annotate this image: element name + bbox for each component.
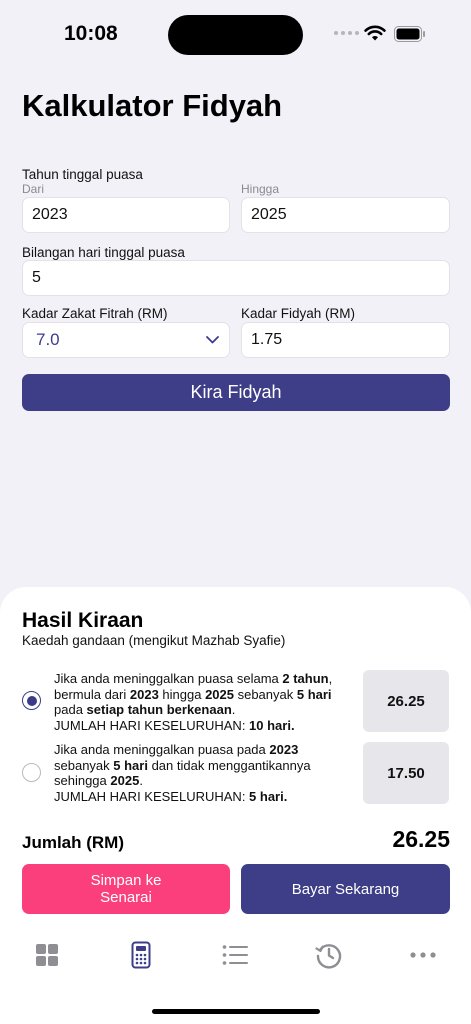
option2-text: Jika anda meninggalkan puasa pada 2023 s…	[54, 742, 311, 804]
tab-dashboard[interactable]	[32, 940, 62, 970]
option2-radio[interactable]	[22, 763, 41, 782]
dari-label: Dari	[22, 182, 45, 196]
chevron-down-icon	[206, 336, 219, 344]
option1-radio[interactable]	[22, 691, 41, 710]
option1-text: Jika anda meninggalkan puasa selama 2 ta…	[54, 671, 333, 733]
tab-list[interactable]	[220, 940, 250, 970]
dari-value: 2023	[32, 206, 68, 223]
hari-value: 5	[32, 269, 41, 286]
battery-icon	[394, 26, 425, 42]
dari-input[interactable]: 2023	[22, 197, 230, 233]
hingga-label: Hingga	[241, 182, 280, 196]
hari-label: Bilangan hari tinggal puasa	[22, 245, 185, 260]
simpan-button[interactable]: Simpan ke Senarai	[22, 864, 230, 914]
hingga-value: 2025	[251, 206, 287, 223]
home-indicator	[152, 1009, 320, 1014]
dynamic-island	[168, 15, 303, 55]
history-icon	[315, 944, 342, 969]
status-time: 10:08	[64, 22, 118, 45]
zakat-label: Kadar Zakat Fitrah (RM)	[22, 306, 168, 321]
jumlah-label: Jumlah (RM)	[22, 833, 124, 852]
more-icon	[410, 952, 436, 958]
grid-icon	[36, 944, 58, 966]
tab-more[interactable]	[408, 940, 438, 970]
option1-amount: 26.25	[363, 670, 449, 732]
result-title: Hasil Kiraan	[22, 609, 144, 632]
signal-dots-icon	[334, 31, 359, 35]
calculator-icon	[131, 941, 151, 969]
tab-history[interactable]	[314, 940, 344, 970]
simpan-label: Simpan ke Senarai	[90, 872, 162, 906]
tab-calculator[interactable]	[126, 940, 156, 970]
fidyah-label: Kadar Fidyah (RM)	[241, 306, 356, 321]
zakat-value: 7.0	[36, 330, 60, 349]
bayar-button[interactable]: Bayar Sekarang	[241, 864, 450, 914]
bayar-label: Bayar Sekarang	[291, 880, 400, 898]
page-title: Kalkulator Fidyah	[22, 88, 283, 123]
list-icon	[222, 945, 248, 965]
result-subtitle: Kaedah gandaan (mengikut Mazhab Syafie)	[22, 633, 286, 648]
kira-fidyah-button[interactable]: Kira Fidyah	[22, 374, 450, 411]
zakat-select[interactable]: 7.0	[22, 322, 230, 358]
option2-amount: 17.50	[363, 742, 449, 804]
kira-fidyah-label: Kira Fidyah	[190, 382, 282, 402]
wifi-icon	[364, 25, 386, 41]
jumlah-value: 26.25	[392, 826, 450, 852]
fidyah-value: 1.75	[251, 331, 283, 348]
tahun-label: Tahun tinggal puasa	[22, 167, 143, 182]
fidyah-input[interactable]: 1.75	[241, 322, 450, 358]
hari-input[interactable]: 5	[22, 260, 450, 296]
hingga-input[interactable]: 2025	[241, 197, 450, 233]
